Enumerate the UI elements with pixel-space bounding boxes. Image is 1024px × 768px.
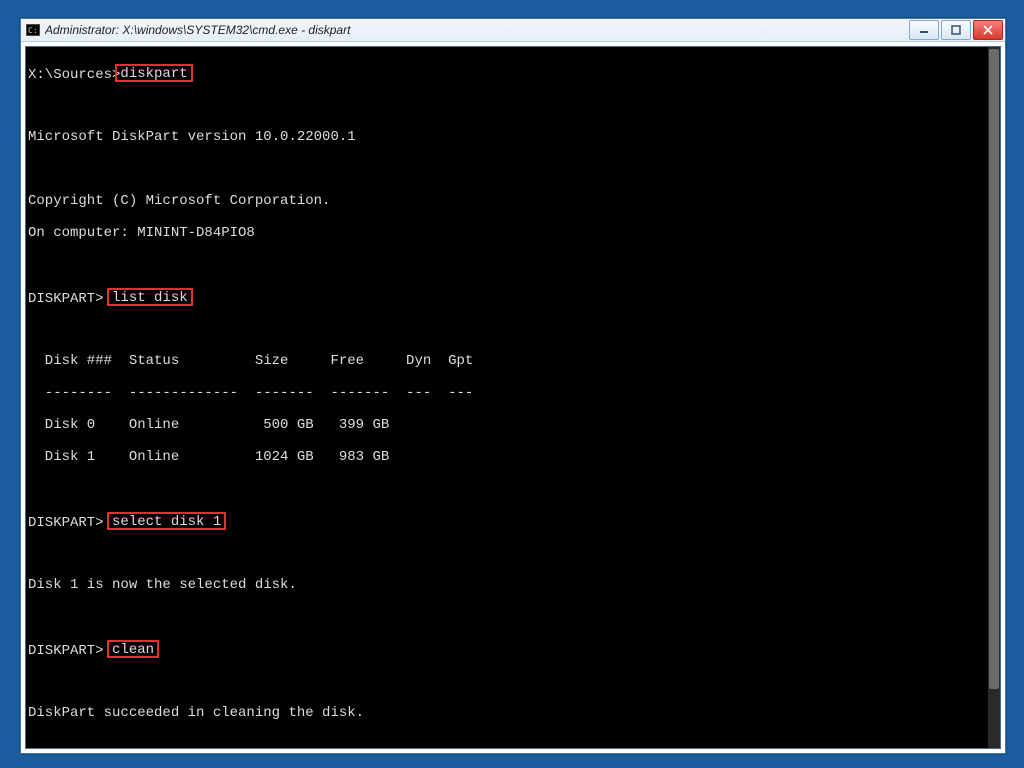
table-row: Disk 0 Online 500 GB 399 GB (28, 417, 986, 433)
scrollbar-thumb[interactable] (989, 49, 999, 689)
terminal[interactable]: X:\Sources>diskpart Microsoft DiskPart v… (25, 46, 1001, 749)
output-line: Microsoft DiskPart version 10.0.22000.1 (28, 129, 986, 145)
window-controls (907, 20, 1003, 40)
output-line: Copyright (C) Microsoft Corporation. (28, 193, 986, 209)
cmd-select-disk: select disk 1 (107, 512, 226, 530)
cmd-list-disk: list disk (107, 288, 193, 306)
close-button[interactable] (973, 20, 1003, 40)
command-prompt-window: C: Administrator: X:\windows\SYSTEM32\cm… (20, 18, 1006, 754)
cmd-icon: C: (25, 22, 41, 38)
titlebar[interactable]: C: Administrator: X:\windows\SYSTEM32\cm… (21, 19, 1005, 42)
prompt-text: X:\Sources> (28, 67, 120, 83)
maximize-button[interactable] (941, 20, 971, 40)
prompt-text: DISKPART> (28, 643, 104, 659)
prompt-text: DISKPART> (28, 291, 104, 307)
table-row: Disk 1 Online 1024 GB 983 GB (28, 449, 986, 465)
output-line: On computer: MININT-D84PIO8 (28, 225, 986, 241)
output-line: DiskPart succeeded in cleaning the disk. (28, 705, 986, 721)
table-divider: -------- ------------- ------- ------- -… (28, 385, 986, 401)
scrollbar[interactable] (988, 47, 1000, 748)
terminal-content: X:\Sources>diskpart Microsoft DiskPart v… (28, 49, 986, 748)
output-line: Disk 1 is now the selected disk. (28, 577, 986, 593)
prompt-text: DISKPART> (28, 515, 104, 531)
svg-text:C:: C: (28, 26, 38, 35)
table-header: Disk ### Status Size Free Dyn Gpt (28, 353, 986, 369)
cmd-diskpart: diskpart (115, 64, 192, 82)
window-title: Administrator: X:\windows\SYSTEM32\cmd.e… (45, 23, 907, 37)
minimize-button[interactable] (909, 20, 939, 40)
cmd-clean: clean (107, 640, 159, 658)
